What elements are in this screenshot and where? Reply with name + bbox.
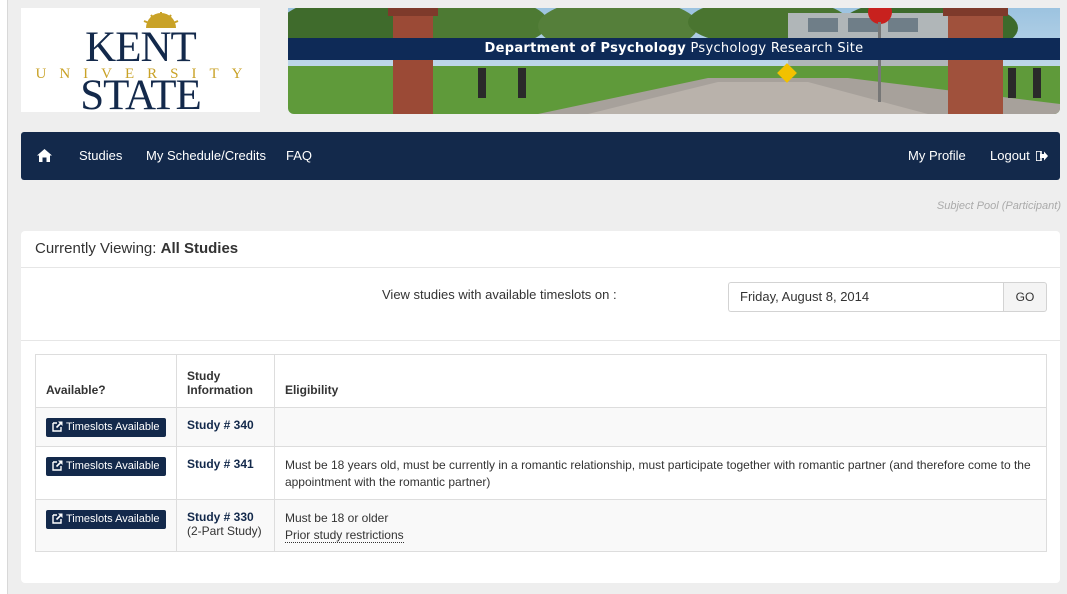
date-input[interactable]: Friday, August 8, 2014 <box>728 282 1003 312</box>
department-name: Department of Psychology <box>484 41 687 56</box>
table-row: Timeslots Available Study # 341 Must be … <box>35 446 1048 500</box>
external-link-icon <box>52 421 63 432</box>
table-header-row: Available? Study Information Eligibility <box>35 354 1048 408</box>
campus-photo <box>288 8 1060 114</box>
study-info-cell: Study # 341 <box>175 446 275 500</box>
studies-panel: Currently Viewing: All Studies View stud… <box>21 231 1060 583</box>
panel-divider <box>21 267 1060 268</box>
main-navbar: Studies My Schedule/Credits FAQ My Profi… <box>21 132 1060 180</box>
currently-viewing: Currently Viewing: All Studies <box>35 240 238 257</box>
nav-schedule-credits[interactable]: My Schedule/Credits <box>146 132 266 180</box>
eligibility-text: Must be 18 or older <box>284 511 389 525</box>
site-title-strip: Department of Psychology Psychology Rese… <box>288 38 1060 60</box>
header-available: Available? <box>35 354 177 408</box>
prior-study-restrictions-link[interactable]: Prior study restrictions <box>284 528 404 543</box>
header-study-info-line1: Study <box>186 369 221 383</box>
study-info-cell: Study # 340 <box>175 407 275 447</box>
nav-logout[interactable]: Logout <box>990 132 1049 180</box>
viewing-value: All Studies <box>160 240 239 257</box>
header-eligibility: Eligibility <box>273 354 1048 408</box>
study-note: (2-Part Study) <box>186 524 262 538</box>
go-button[interactable]: GO <box>1003 282 1047 312</box>
timeslots-available-button[interactable]: Timeslots Available <box>46 418 166 437</box>
logo-university: UNIVERSITY <box>35 66 256 82</box>
table-row: Timeslots Available Study # 340 <box>35 407 1048 447</box>
header-study-info-line2: Information <box>186 383 253 397</box>
table-row: Timeslots Available Study # 330 (2-Part … <box>35 499 1048 552</box>
study-number: Study # 340 <box>186 418 254 432</box>
logout-label: Logout <box>990 148 1030 163</box>
studies-table: Available? Study Information Eligibility… <box>35 354 1048 552</box>
available-cell: Timeslots Available <box>35 499 177 552</box>
date-filter-label: View studies with available timeslots on… <box>382 287 617 302</box>
external-link-icon <box>52 513 63 524</box>
sign-out-icon <box>1035 150 1049 162</box>
nav-faq[interactable]: FAQ <box>286 132 312 180</box>
home-icon[interactable] <box>37 149 52 162</box>
study-number: Study # 341 <box>186 457 254 471</box>
eligibility-cell <box>273 407 1048 447</box>
viewing-prefix: Currently Viewing: <box>35 240 157 257</box>
header-study-info: Study Information <box>175 354 275 408</box>
available-cell: Timeslots Available <box>35 407 177 447</box>
timeslots-available-label: Timeslots Available <box>66 421 160 433</box>
eligibility-cell: Must be 18 years old, must be currently … <box>273 446 1048 500</box>
kent-state-logo[interactable]: KENT STATE UNIVERSITY <box>21 8 260 119</box>
timeslots-available-button[interactable]: Timeslots Available <box>46 457 166 476</box>
role-indicator: Subject Pool (Participant) <box>936 200 1061 212</box>
available-cell: Timeslots Available <box>35 446 177 500</box>
nav-my-profile[interactable]: My Profile <box>908 132 966 180</box>
site-name: Psychology Research Site <box>690 41 864 56</box>
study-number: Study # 330 <box>186 510 254 524</box>
external-link-icon <box>52 460 63 471</box>
campus-banner: Department of Psychology Psychology Rese… <box>288 8 1060 114</box>
timeslots-available-label: Timeslots Available <box>66 460 160 472</box>
study-info-cell: Study # 330 (2-Part Study) <box>175 499 275 552</box>
window-left-border <box>0 0 8 594</box>
eligibility-cell: Must be 18 or older Prior study restrict… <box>273 499 1048 552</box>
nav-studies[interactable]: Studies <box>79 132 122 180</box>
panel-divider <box>21 340 1060 341</box>
timeslots-available-button[interactable]: Timeslots Available <box>46 510 166 529</box>
timeslots-available-label: Timeslots Available <box>66 513 160 525</box>
